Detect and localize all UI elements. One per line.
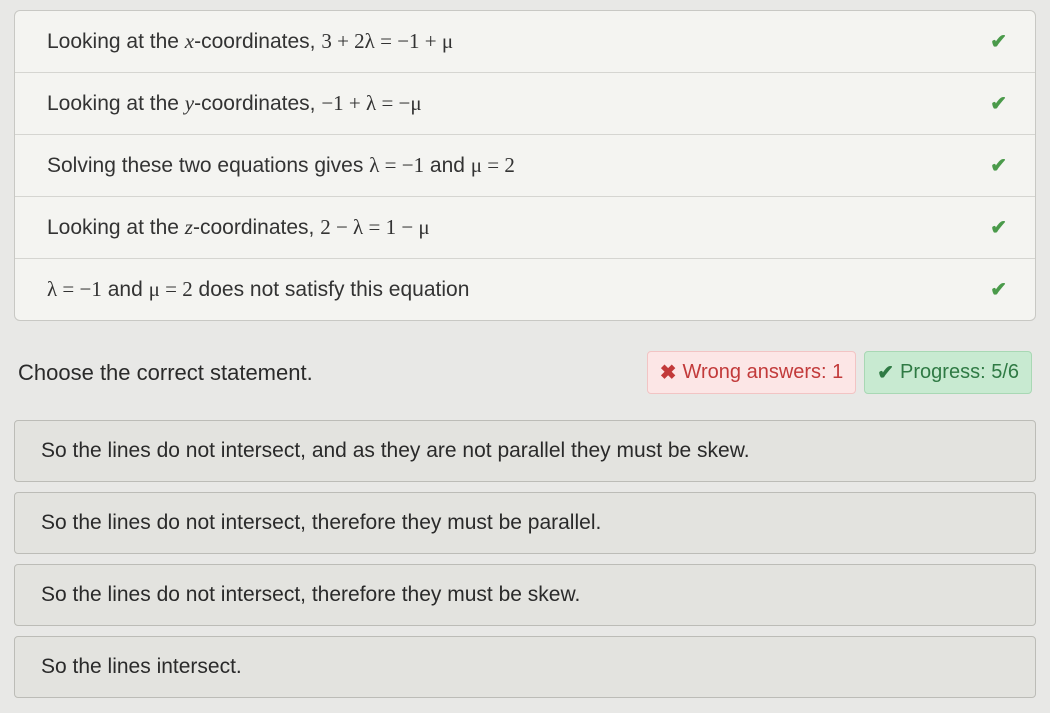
step-text: Looking at the z-coordinates, 2 − λ = 1 …: [47, 215, 430, 240]
step-text: Looking at the y-coordinates, −1 + λ = −…: [47, 91, 422, 116]
check-icon: ✔: [877, 360, 894, 385]
step-text: Solving these two equations gives λ = −1…: [47, 153, 515, 178]
step-text: Looking at the x-coordinates, 3 + 2λ = −…: [47, 29, 453, 54]
status-badges: ✖ Wrong answers: 1 ✔ Progress: 5/6: [647, 351, 1032, 394]
prompt-row: Choose the correct statement. ✖ Wrong an…: [18, 351, 1032, 394]
option-2[interactable]: So the lines do not intersect, therefore…: [14, 492, 1036, 554]
progress-badge: ✔ Progress: 5/6: [864, 351, 1032, 394]
wrong-answers-badge: ✖ Wrong answers: 1: [647, 351, 857, 394]
option-4[interactable]: So the lines intersect.: [14, 636, 1036, 698]
check-icon: ✔: [990, 91, 1007, 116]
step-row: Solving these two equations gives λ = −1…: [15, 135, 1035, 197]
check-icon: ✔: [990, 153, 1007, 178]
step-text: λ = −1 and μ = 2 does not satisfy this e…: [47, 277, 469, 302]
option-1[interactable]: So the lines do not intersect, and as th…: [14, 420, 1036, 482]
check-icon: ✔: [990, 277, 1007, 302]
x-icon: ✖: [660, 360, 677, 385]
check-icon: ✔: [990, 215, 1007, 240]
question-prompt: Choose the correct statement.: [18, 360, 313, 386]
step-row: λ = −1 and μ = 2 does not satisfy this e…: [15, 259, 1035, 320]
step-row: Looking at the y-coordinates, −1 + λ = −…: [15, 73, 1035, 135]
step-row: Looking at the z-coordinates, 2 − λ = 1 …: [15, 197, 1035, 259]
answer-options: So the lines do not intersect, and as th…: [14, 420, 1036, 698]
wrong-label: Wrong answers: 1: [682, 361, 843, 384]
step-row: Looking at the x-coordinates, 3 + 2λ = −…: [15, 11, 1035, 73]
answered-steps-list: Looking at the x-coordinates, 3 + 2λ = −…: [14, 10, 1036, 321]
check-icon: ✔: [990, 29, 1007, 54]
option-3[interactable]: So the lines do not intersect, therefore…: [14, 564, 1036, 626]
progress-label: Progress: 5/6: [900, 361, 1019, 384]
